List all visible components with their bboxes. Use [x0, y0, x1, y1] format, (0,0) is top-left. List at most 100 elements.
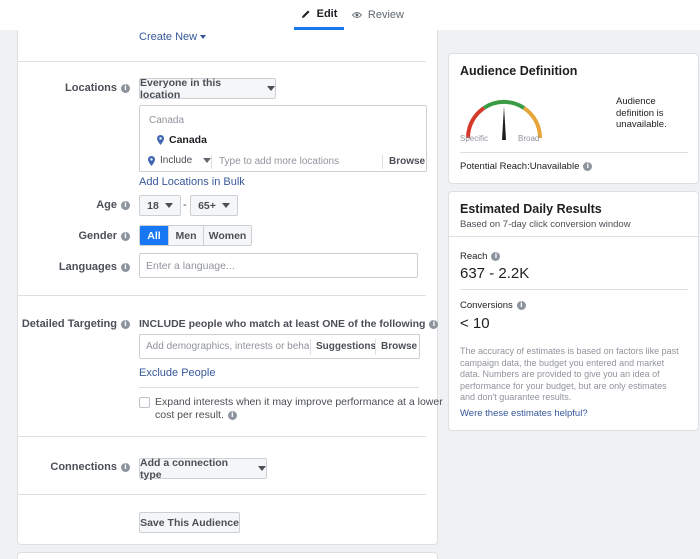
tab-edit-label: Edit: [316, 7, 338, 20]
disclaimer-line: and don't guarantee results.: [460, 392, 572, 402]
gender-label-text: Gender: [78, 230, 117, 242]
connection-type-dropdown[interactable]: Add a connection type: [139, 456, 267, 481]
audience-status-line-2: definition is: [616, 107, 664, 119]
location-search-input[interactable]: Type to add more locations: [219, 156, 339, 167]
divider: [17, 295, 426, 296]
connection-type-value: Add a connection type: [140, 456, 229, 481]
languages-label-text: Languages: [58, 261, 117, 273]
selected-location[interactable]: Canada: [157, 134, 207, 146]
tab-review-label: Review: [367, 9, 404, 21]
age-label: Age i: [30, 199, 130, 211]
reach-label-text: Reach: [460, 251, 488, 262]
disclaimer-line: data. Numbers are provided to give you a…: [460, 369, 660, 379]
conversions-value: < 10: [460, 315, 490, 332]
language-input-placeholder: Enter a language...: [146, 259, 235, 272]
estimated-results-title: Estimated Daily Results: [460, 202, 602, 216]
audience-status-text: Audience definition is unavailable.: [616, 96, 667, 131]
gender-option-men[interactable]: Men: [168, 226, 203, 245]
next-section-card: [17, 552, 438, 559]
detailed-targeting-box: Add demographics, interests or behavio S…: [139, 334, 420, 359]
chevron-down-icon: [258, 466, 266, 471]
info-icon[interactable]: i: [121, 231, 130, 241]
detailed-targeting-input[interactable]: Add demographics, interests or behavio: [146, 341, 309, 352]
tab-edit[interactable]: Edit: [294, 0, 344, 30]
chevron-down-icon: [267, 86, 275, 91]
info-icon[interactable]: i: [227, 411, 237, 420]
conversions-label: Conversions i: [460, 300, 526, 311]
location-pin-icon: [148, 155, 155, 166]
location-type-dropdown[interactable]: Everyone in this location: [139, 76, 276, 101]
audience-definition-title: Audience Definition: [460, 64, 578, 78]
conversions-label-text: Conversions: [460, 300, 513, 311]
age-min-dropdown[interactable]: 18: [139, 195, 181, 216]
languages-label: Languages i: [30, 261, 130, 273]
potential-reach-text: Potential Reach:Unavailable: [460, 161, 580, 172]
info-icon[interactable]: i: [491, 252, 501, 261]
disclaimer-line: The accuracy of estimates is based on fa…: [460, 346, 679, 356]
gender-option-women[interactable]: Women: [203, 226, 251, 245]
divider: [17, 436, 426, 437]
suggestions-button[interactable]: Suggestions: [316, 341, 376, 352]
audience-definition-panel: Audience Definition Specific Broad Audie…: [448, 53, 699, 184]
selected-location-name: Canada: [169, 134, 207, 146]
estimates-disclaimer: The accuracy of estimates is based on fa…: [460, 346, 679, 404]
tab-review[interactable]: Review: [352, 0, 404, 30]
save-audience-label: Save This Audience: [140, 516, 239, 529]
create-new-label: Create New: [139, 31, 198, 43]
gender-option-all[interactable]: All: [140, 226, 168, 245]
top-tab-bar: Edit Review: [0, 0, 700, 30]
info-icon[interactable]: i: [516, 301, 526, 310]
gender-label: Gender i: [30, 230, 130, 242]
divider: [17, 61, 426, 62]
locations-label: Locations i: [30, 82, 130, 94]
gauge-specific-label: Specific: [460, 134, 489, 143]
age-max-dropdown[interactable]: 65+: [190, 195, 238, 216]
targeting-browse-button[interactable]: Browse: [381, 341, 417, 352]
create-new-link[interactable]: Create New: [139, 31, 207, 43]
country-header: Canada: [149, 115, 185, 126]
expand-interests-line-2: cost per result.: [155, 409, 224, 421]
info-icon[interactable]: i: [429, 319, 439, 329]
age-label-text: Age: [96, 199, 117, 211]
age-min-value: 18: [147, 199, 159, 212]
info-icon[interactable]: i: [121, 462, 130, 472]
save-audience-button[interactable]: Save This Audience: [139, 512, 240, 533]
disclaimer-line: campaign data, the budget you entered an…: [460, 357, 665, 368]
connections-label-text: Connections: [50, 461, 117, 473]
chevron-down-icon: [200, 35, 207, 39]
info-icon[interactable]: i: [121, 83, 130, 93]
language-input[interactable]: Enter a language...: [139, 253, 418, 278]
reach-value: 637 - 2.2K: [460, 265, 530, 282]
estimated-results-panel: Estimated Daily Results Based on 7-day c…: [448, 191, 699, 431]
include-exclude-dropdown[interactable]: Include: [148, 155, 212, 166]
divider: [17, 494, 426, 495]
chevron-down-icon: [221, 203, 230, 208]
location-box: Canada Canada Include Type to add more l…: [139, 105, 427, 172]
expand-interests-line-1: Expand interests when it may improve per…: [155, 396, 443, 408]
location-type-value: Everyone in this location: [140, 76, 222, 101]
audience-status-line-3: unavailable.: [616, 119, 667, 130]
eye-icon: [352, 12, 362, 18]
chevron-down-icon: [164, 203, 173, 208]
gauge-broad-label: Broad: [518, 134, 540, 143]
exclude-people-link[interactable]: Exclude People: [139, 367, 215, 379]
locations-label-text: Locations: [65, 82, 117, 94]
expand-interests-checkbox[interactable]: [139, 397, 150, 408]
include-criteria-label: INCLUDE people who match at least ONE of…: [139, 318, 426, 330]
info-icon[interactable]: i: [121, 200, 130, 210]
disclaimer-line: performance for your budget, but are onl…: [460, 380, 667, 391]
info-icon[interactable]: i: [583, 162, 593, 171]
add-locations-bulk-link[interactable]: Add Locations in Bulk: [139, 176, 245, 188]
estimates-helpful-link[interactable]: Were these estimates helpful?: [460, 408, 588, 419]
potential-reach: Potential Reach:Unavailable i: [460, 161, 593, 172]
detailed-targeting-label: Detailed Targeting i: [20, 318, 130, 330]
detailed-targeting-label-text: Detailed Targeting: [21, 318, 117, 330]
expand-interests-text: Expand interests when it may improve per…: [155, 396, 443, 422]
audience-status-line-1: Audience: [616, 96, 656, 107]
info-icon[interactable]: i: [121, 262, 130, 272]
location-browse-button[interactable]: Browse: [389, 156, 425, 167]
gender-selector: All Men Women: [139, 225, 252, 246]
include-label: Include: [160, 155, 193, 166]
info-icon[interactable]: i: [121, 319, 130, 329]
gauge-needle: [502, 106, 506, 140]
